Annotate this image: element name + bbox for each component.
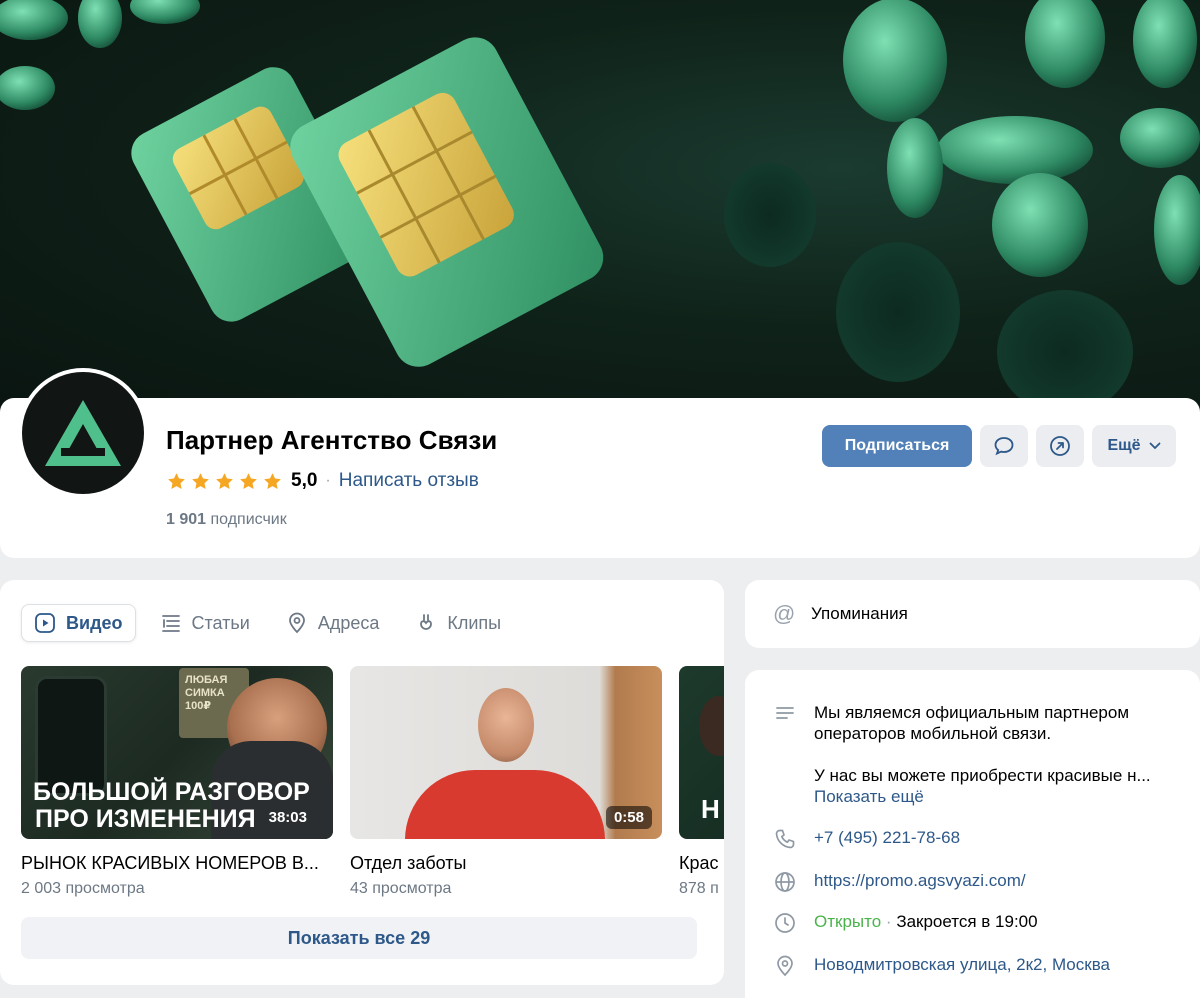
show-all-videos-button[interactable]: Показать все 29 (21, 917, 697, 959)
video-icon (35, 613, 55, 633)
subscribers-count[interactable]: 1 901 подписчик (166, 511, 287, 529)
hours-row[interactable]: Открыто · Закроется в 19:00 (773, 911, 1038, 935)
description-icon (776, 707, 794, 719)
description-text-2: У нас вы можете приобрести красивые н... (814, 766, 1151, 785)
address-link[interactable]: Новодмитровская улица, 2к2, Москва (814, 954, 1110, 975)
website-row: https://promo.agsvyazi.com/ (773, 870, 1026, 894)
subscribers-number: 1 901 (166, 511, 207, 528)
rating-value: 5,0 (291, 470, 318, 491)
media-card: Видео Статьи Адреса Клипы ЛЮБАЯ СИМКА 10… (0, 580, 724, 985)
location-icon (288, 612, 305, 634)
more-label: Ещё (1107, 437, 1141, 454)
video-title[interactable]: Крас (679, 853, 724, 874)
star-icon (192, 472, 209, 489)
tab-articles[interactable]: Статьи (148, 604, 262, 642)
address-row: Новодмитровская улица, 2к2, Москва (773, 954, 1110, 978)
tab-addresses[interactable]: Адреса (274, 604, 392, 642)
phone-row: +7 (495) 221-78-68 (773, 827, 960, 851)
group-title: Партнер Агентство Связи (166, 425, 498, 455)
info-card: Мы являемся официальным партнером операт… (745, 670, 1200, 998)
open-status: Открыто (814, 912, 882, 931)
more-button[interactable]: Ещё (1092, 425, 1176, 467)
person-image (699, 696, 724, 756)
video-thumbnail[interactable]: ЛЮБАЯ СИМКА 100₽ БОЛЬШОЙ РАЗГОВОР ПРО ИЗ… (21, 666, 333, 839)
mentions-card[interactable]: @ Упоминания (745, 580, 1200, 648)
video-views: 43 просмотра (350, 880, 452, 897)
website-link[interactable]: https://promo.agsvyazi.com/ (814, 870, 1026, 891)
tab-addresses-label: Адреса (317, 612, 380, 633)
message-icon (994, 437, 1014, 456)
video-item[interactable]: Н Крас 878 п (679, 666, 724, 898)
tab-clips[interactable]: Клипы (403, 604, 513, 642)
description-row: Мы являемся официальным партнером операт… (773, 702, 1184, 807)
logo-icon (45, 400, 121, 466)
video-title[interactable]: Отдел заботы (350, 853, 662, 874)
subscribe-button[interactable]: Подписаться (822, 425, 972, 467)
clips-icon (420, 614, 433, 630)
star-icon (240, 472, 257, 489)
video-title[interactable]: РЫНОК КРАСИВЫХ НОМЕРОВ В... (21, 853, 333, 874)
star-icon (264, 472, 281, 489)
video-thumbnail[interactable]: 0:58 (350, 666, 662, 839)
globe-icon (775, 872, 795, 892)
at-sign-icon: @ (773, 601, 796, 626)
mentions-label: Упоминания (811, 604, 908, 623)
tab-articles-label: Статьи (191, 612, 250, 633)
thumb-headline-1: БОЛЬШОЙ РАЗГОВОР (33, 778, 310, 806)
thumb-headline-2: ПРО ИЗМЕНЕНИЯ (35, 805, 256, 833)
separator-dot: · (325, 472, 331, 489)
cover-image (0, 0, 1200, 420)
tab-video[interactable]: Видео (21, 604, 136, 642)
phone-icon (775, 829, 795, 849)
message-button[interactable] (980, 425, 1028, 467)
media-tabs: Видео Статьи Адреса Клипы (21, 604, 513, 642)
video-duration: 38:03 (268, 809, 307, 826)
video-thumbnail[interactable]: Н (679, 666, 724, 839)
show-more-link[interactable]: Показать ещё (814, 786, 1184, 807)
video-duration: 0:58 (605, 806, 652, 829)
share-button[interactable] (1036, 425, 1084, 467)
video-views: 878 п (679, 880, 719, 897)
subscribers-label: подписчик (210, 511, 287, 528)
video-item[interactable]: ЛЮБАЯ СИМКА 100₽ БОЛЬШОЙ РАЗГОВОР ПРО ИЗ… (21, 666, 333, 898)
status-separator: · (885, 912, 892, 931)
person-shirt (405, 770, 605, 839)
clock-icon (775, 913, 795, 933)
articles-icon (161, 615, 180, 632)
video-list: ЛЮБАЯ СИМКА 100₽ БОЛЬШОЙ РАЗГОВОР ПРО ИЗ… (21, 666, 724, 906)
closing-time: Закроется в 19:00 (896, 912, 1038, 931)
description-text-1: Мы являемся официальным партнером операт… (814, 703, 1130, 743)
write-review-link[interactable]: Написать отзыв (339, 470, 479, 492)
tab-video-label: Видео (66, 612, 123, 633)
star-icon (216, 472, 233, 489)
person-image (478, 688, 534, 762)
tab-clips-label: Клипы (447, 612, 502, 633)
chevron-down-icon (1149, 442, 1160, 450)
star-icon (168, 472, 185, 489)
video-item[interactable]: 0:58 Отдел заботы 43 просмотра (350, 666, 662, 898)
location-pin-icon (777, 955, 793, 977)
phone-link[interactable]: +7 (495) 221-78-68 (814, 827, 960, 848)
share-icon (1050, 436, 1070, 456)
rating-row: 5,0 · Написать отзыв (166, 468, 479, 494)
rating-stars (166, 471, 283, 492)
thumb-headline-1: Н (701, 794, 720, 824)
group-avatar[interactable] (18, 368, 148, 498)
video-views: 2 003 просмотра (21, 880, 145, 897)
